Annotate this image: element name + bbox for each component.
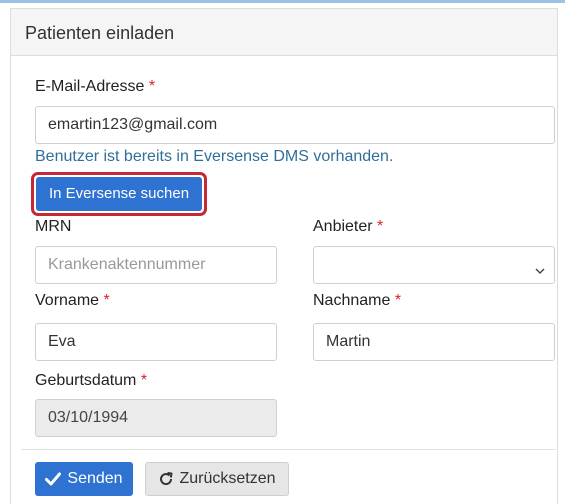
reset-button[interactable]: Zurücksetzen — [145, 462, 289, 496]
refresh-icon — [158, 471, 174, 487]
check-icon — [45, 472, 62, 486]
required-marker: * — [103, 292, 110, 309]
mrn-input[interactable]: Krankenaktennummer — [35, 246, 277, 284]
required-marker: * — [148, 78, 156, 95]
user-exists-message: Benutzer ist bereits in Eversense DMS vo… — [35, 148, 394, 165]
first-name-label-text: Vorname — [35, 292, 100, 309]
send-button-label: Senden — [67, 470, 123, 487]
chevron-down-icon — [534, 256, 546, 290]
top-accent-line — [0, 0, 565, 3]
email-input[interactable]: emartin123@gmail.com — [35, 106, 555, 144]
last-name-label: Nachname * — [313, 292, 401, 310]
search-eversense-button[interactable]: In Eversense suchen — [36, 177, 202, 211]
provider-select[interactable] — [313, 246, 555, 284]
panel-title: Patienten einladen — [25, 23, 175, 43]
required-marker: * — [377, 218, 384, 235]
mrn-label: MRN — [35, 218, 71, 236]
dob-label: Geburtsdatum * — [35, 372, 147, 390]
required-marker: * — [140, 372, 148, 389]
reset-button-label: Zurücksetzen — [179, 470, 276, 487]
first-name-label: Vorname * — [35, 292, 110, 310]
email-label-text: E-Mail-Adresse — [35, 78, 145, 95]
form-divider — [21, 449, 556, 450]
email-label: E-Mail-Adresse * — [35, 78, 155, 96]
send-button[interactable]: Senden — [35, 462, 133, 496]
panel-header: Patienten einladen — [11, 9, 557, 56]
last-name-input[interactable]: Martin — [313, 323, 555, 361]
mrn-label-text: MRN — [35, 218, 72, 235]
dob-input[interactable]: 03/10/1994 — [35, 399, 277, 437]
provider-label: Anbieter * — [313, 218, 383, 236]
first-name-input[interactable]: Eva — [35, 323, 277, 361]
search-eversense-button-highlight: In Eversense suchen — [31, 172, 207, 216]
dob-label-text: Geburtsdatum — [35, 372, 137, 389]
required-marker: * — [394, 292, 402, 309]
provider-label-text: Anbieter — [313, 218, 373, 235]
last-name-label-text: Nachname — [313, 292, 391, 309]
